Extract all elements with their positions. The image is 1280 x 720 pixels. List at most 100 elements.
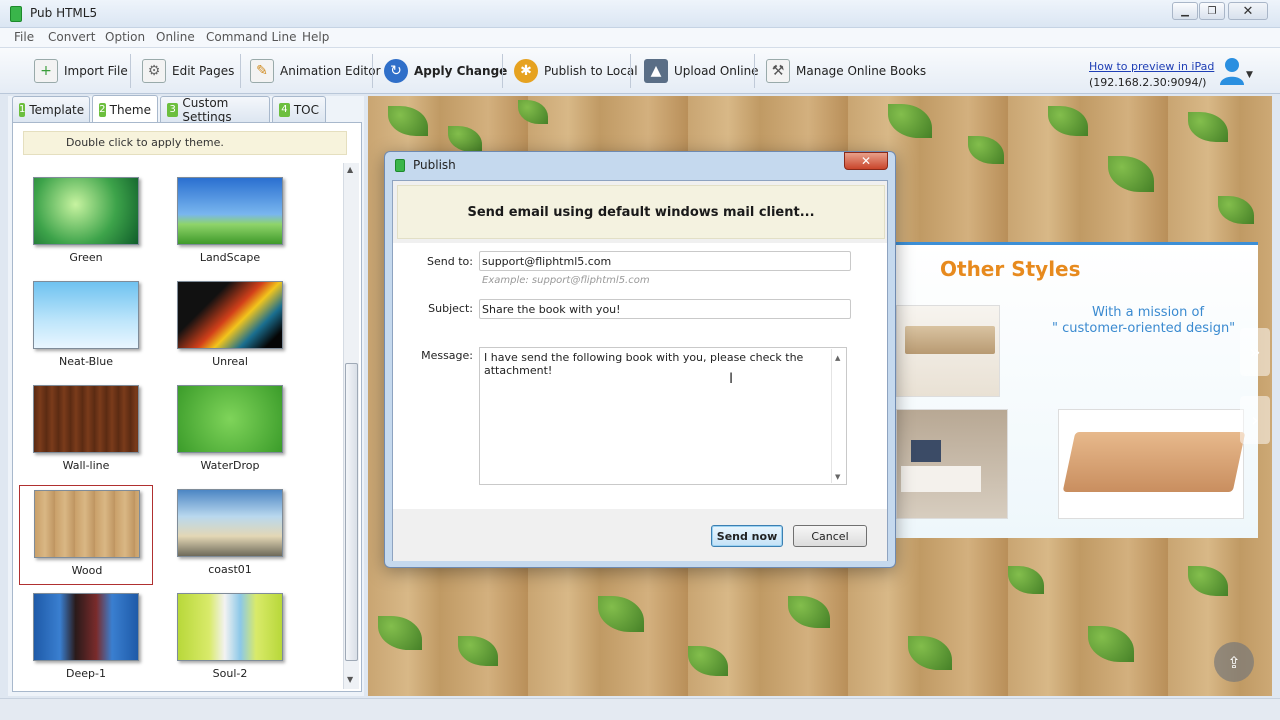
send-to-label: Send to:: [427, 255, 473, 268]
chevron-down-icon[interactable]: ▼: [1246, 70, 1253, 80]
theme-label: LandScape: [199, 251, 261, 264]
theme-thumbnail: [33, 593, 139, 661]
ivy-leaf: [908, 636, 952, 670]
theme-item-soul-2[interactable]: Soul-2: [163, 589, 297, 689]
menu-file[interactable]: File: [14, 30, 34, 44]
tab-number: 1: [19, 102, 26, 117]
menu-convert[interactable]: Convert: [48, 30, 95, 44]
publish-dialog: Publish ✕ Send email using default windo…: [384, 151, 896, 568]
edit-pages-label: Edit Pages: [172, 64, 235, 78]
theme-label: Soul-2: [212, 667, 248, 680]
theme-label: Unreal: [212, 355, 248, 368]
minimize-button[interactable]: ▁: [1172, 2, 1198, 20]
message-scrollbar[interactable]: ▲ ▼: [831, 349, 845, 483]
tab-label: Theme: [109, 102, 151, 117]
ivy-leaf: [1008, 566, 1044, 594]
toolbar-separator: [502, 54, 503, 88]
theme-label: Green: [69, 251, 103, 264]
theme-item-waterdrop[interactable]: WaterDrop: [163, 381, 297, 481]
animation-editor-button[interactable]: ✎ Animation Editor: [244, 54, 387, 88]
scroll-down-icon[interactable]: ▼: [347, 675, 353, 684]
table-photo: [1058, 409, 1246, 519]
tab-toc[interactable]: 4 TOC: [272, 96, 326, 122]
scroll-thumb[interactable]: [345, 363, 358, 661]
theme-list: Double click to apply theme. Green LandS…: [12, 122, 362, 692]
theme-item-landscape[interactable]: LandScape: [163, 173, 297, 273]
edit-pages-button[interactable]: ⚙ Edit Pages: [136, 54, 240, 88]
ivy-leaf: [1048, 106, 1088, 136]
theme-thumbnail: [177, 385, 283, 453]
menu-option[interactable]: Option: [105, 30, 145, 44]
import-file-button[interactable]: + Import File: [28, 54, 134, 88]
toolbar: + Import File ⚙ Edit Pages ✎ Animation E…: [0, 48, 1280, 94]
manage-online-books-button[interactable]: ⚒ Manage Online Books: [760, 54, 932, 88]
theme-item-unreal[interactable]: Unreal: [163, 277, 297, 377]
share-icon[interactable]: ⇪: [1214, 642, 1254, 682]
menu-command-line[interactable]: Command Line: [206, 30, 297, 44]
window-title: Pub HTML5: [30, 6, 98, 20]
ivy-leaf: [1188, 112, 1228, 142]
text-cursor-icon: I: [729, 371, 734, 387]
theme-item-wood[interactable]: Wood: [19, 485, 153, 585]
ivy-leaf: [1108, 156, 1154, 192]
ivy-leaf: [388, 106, 428, 136]
tab-theme[interactable]: 2 Theme: [92, 95, 158, 123]
send-to-field[interactable]: [479, 251, 851, 271]
last-page-icon[interactable]: »: [1240, 328, 1270, 376]
toolbar-separator: [372, 54, 373, 88]
scroll-up-icon[interactable]: ▲: [347, 165, 353, 174]
subject-field[interactable]: [479, 299, 851, 319]
menu-help[interactable]: Help: [302, 30, 329, 44]
theme-item-deep-1[interactable]: Deep-1: [19, 589, 153, 689]
next-page-icon[interactable]: ›: [1240, 396, 1270, 444]
theme-thumbnail: [34, 490, 140, 558]
theme-item-green[interactable]: Green: [19, 173, 153, 273]
theme-item-neat-blue[interactable]: Neat-Blue: [19, 277, 153, 377]
tab-number: 3: [167, 102, 179, 117]
theme-label: Wall-line: [62, 459, 110, 472]
status-bar: [0, 698, 1280, 720]
theme-item-wall-line[interactable]: Wall-line: [19, 381, 153, 481]
ivy-leaf: [598, 596, 644, 632]
message-textarea[interactable]: I have send the following book with you,…: [479, 347, 847, 485]
settings-panel: 1 Template 2 Theme 3 Custom Settings 4 T…: [8, 95, 364, 696]
upload-online-button[interactable]: ▲ Upload Online: [638, 54, 765, 88]
publish-local-button[interactable]: ✱ Publish to Local: [508, 54, 644, 88]
theme-thumbnail: [177, 593, 283, 661]
theme-label: coast01: [208, 563, 252, 576]
scroll-down-icon[interactable]: ▼: [835, 471, 840, 484]
theme-label: WaterDrop: [200, 459, 260, 472]
tab-number: 2: [99, 102, 106, 117]
tab-label: Custom Settings: [182, 95, 232, 124]
theme-thumbnail: [33, 177, 139, 245]
ivy-leaf: [888, 104, 932, 138]
toolbar-separator: [240, 54, 241, 88]
theme-label: Wood: [71, 564, 103, 577]
maximize-button[interactable]: ❐: [1199, 2, 1225, 20]
ipad-preview-link[interactable]: How to preview in iPad: [1089, 60, 1214, 73]
page-text-line: " customer-oriented design": [1052, 321, 1236, 336]
tab-custom-settings[interactable]: 3 Custom Settings: [160, 95, 270, 124]
scroll-up-icon[interactable]: ▲: [835, 352, 840, 365]
apply-change-button[interactable]: ↻ Apply Change: [378, 54, 513, 88]
send-to-example: Example: support@fliphtml5.com: [482, 275, 650, 286]
theme-thumbnail: [33, 281, 139, 349]
app-icon: [395, 159, 405, 172]
theme-hint: Double click to apply theme.: [23, 131, 347, 155]
theme-list-scrollbar[interactable]: ▲ ▼: [343, 163, 359, 689]
living-room-photo: [896, 409, 1008, 519]
cancel-button[interactable]: Cancel: [793, 525, 867, 547]
theme-item-coast01[interactable]: coast01: [163, 485, 297, 585]
close-window-button[interactable]: ✕: [1228, 2, 1268, 20]
tab-template[interactable]: 1 Template: [12, 96, 90, 122]
send-now-button[interactable]: Send now: [711, 525, 783, 547]
ip-address: (192.168.2.30:9094/): [1089, 76, 1207, 89]
tab-label: TOC: [293, 102, 319, 117]
ivy-leaf: [968, 136, 1004, 164]
menu-online[interactable]: Online: [156, 30, 195, 44]
upload-icon: ▲: [644, 59, 668, 83]
ivy-leaf: [688, 646, 728, 676]
dialog-close-button[interactable]: ✕: [844, 152, 888, 170]
user-icon[interactable]: [1218, 56, 1246, 86]
subject-label: Subject:: [428, 302, 473, 315]
